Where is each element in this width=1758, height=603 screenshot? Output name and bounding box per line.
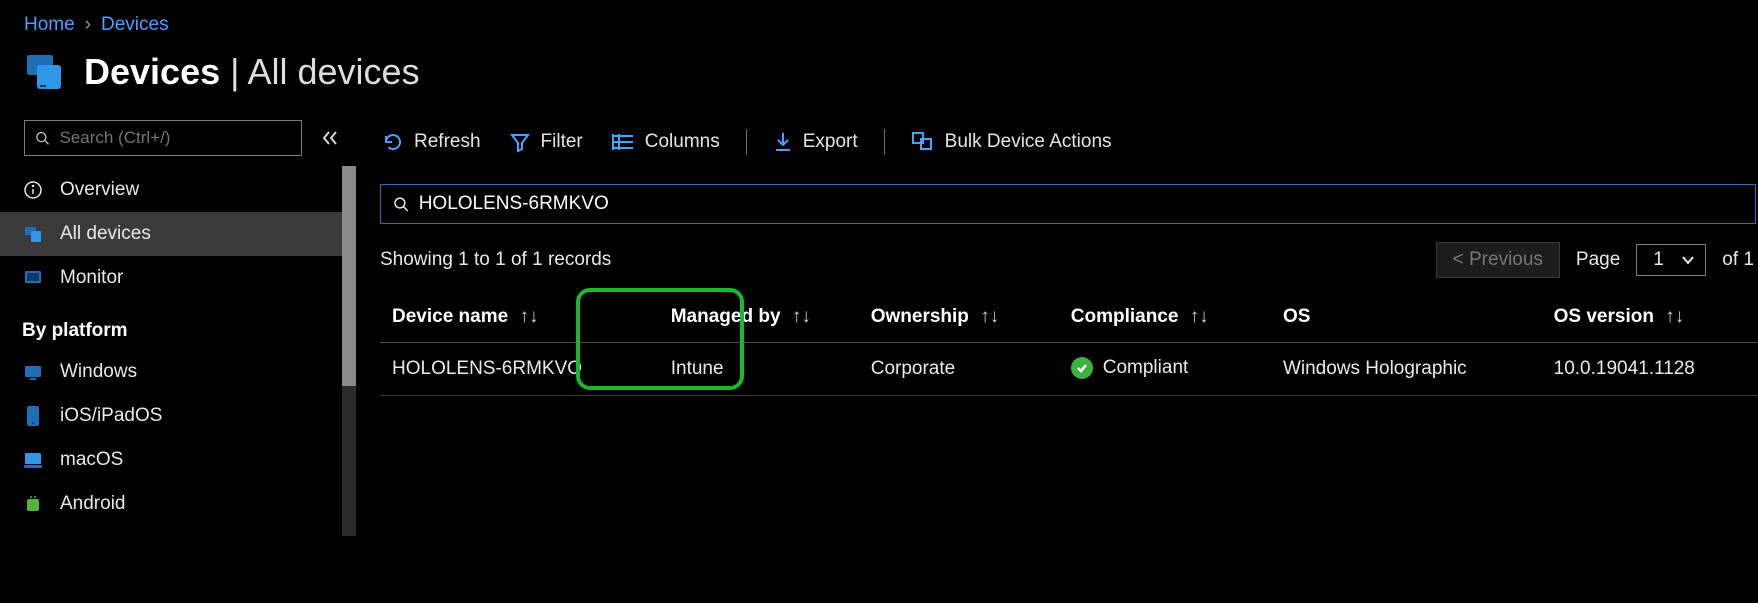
refresh-icon	[382, 131, 404, 153]
columns-button[interactable]: Columns	[609, 127, 722, 157]
sidebar-item-ios[interactable]: iOS/iPadOS	[0, 394, 350, 438]
sort-icon: ↑↓	[1190, 306, 1209, 327]
filter-icon	[509, 131, 531, 153]
col-managed-by-label: Managed by	[671, 306, 781, 327]
breadcrumb-home[interactable]: Home	[24, 14, 75, 36]
pager: < Previous Page 1 of 1	[1436, 242, 1754, 278]
sidebar-item-label: All devices	[60, 223, 151, 245]
ios-icon	[22, 405, 44, 427]
sort-icon: ↑↓	[792, 306, 811, 327]
sidebar-section-by-platform: By platform	[0, 300, 350, 350]
export-label: Export	[803, 131, 858, 153]
toolbar-separator	[884, 129, 885, 155]
col-os[interactable]: OS	[1271, 294, 1542, 343]
windows-icon	[22, 361, 44, 383]
sidebar-item-android[interactable]: Android	[0, 482, 350, 526]
sidebar: Overview All devices Monitor By platform	[0, 114, 350, 597]
col-os-version-label: OS version	[1554, 306, 1654, 327]
breadcrumb: Home › Devices	[0, 0, 1758, 46]
macos-icon	[22, 449, 44, 471]
cell-ownership: Corporate	[859, 343, 1059, 396]
toolbar: Refresh Filter Columns Export	[380, 120, 1758, 164]
sidebar-item-label: Monitor	[60, 267, 123, 289]
bulk-icon	[911, 131, 935, 153]
sidebar-item-label: Android	[60, 493, 126, 515]
page-of-text: of 1	[1722, 249, 1754, 271]
sidebar-search[interactable]	[24, 120, 302, 156]
export-button[interactable]: Export	[771, 127, 860, 157]
cell-managed-by: Intune	[659, 343, 859, 396]
content-area: Refresh Filter Columns Export	[350, 114, 1758, 597]
cell-os-version: 10.0.19041.1128	[1542, 343, 1758, 396]
bulk-label: Bulk Device Actions	[945, 131, 1112, 153]
sidebar-scrollbar[interactable]	[342, 166, 356, 536]
collapse-sidebar-button[interactable]	[316, 124, 344, 152]
bulk-actions-button[interactable]: Bulk Device Actions	[909, 127, 1114, 157]
records-count: Showing 1 to 1 of 1 records	[380, 249, 611, 271]
col-managed-by[interactable]: Managed by ↑↓	[659, 294, 859, 343]
compliance-text: Compliant	[1103, 357, 1189, 379]
sidebar-item-label: Overview	[60, 179, 139, 201]
search-icon	[35, 130, 49, 146]
sidebar-item-overview[interactable]: Overview	[0, 168, 350, 212]
info-icon	[22, 179, 44, 201]
page-title-sep: |	[230, 51, 247, 92]
sort-icon: ↑↓	[980, 306, 999, 327]
page-label: Page	[1576, 249, 1620, 271]
sort-icon: ↑↓	[1665, 306, 1684, 327]
chevron-double-left-icon	[321, 129, 339, 147]
devices-small-icon	[22, 223, 44, 245]
device-filter-field[interactable]	[419, 193, 1743, 215]
columns-label: Columns	[645, 131, 720, 153]
col-os-version[interactable]: OS version ↑↓	[1542, 294, 1758, 343]
col-device-name[interactable]: Device name ↑↓	[380, 294, 659, 343]
sidebar-item-label: Windows	[60, 361, 137, 383]
refresh-button[interactable]: Refresh	[380, 127, 483, 157]
sidebar-item-all-devices[interactable]: All devices	[0, 212, 350, 256]
col-ownership-label: Ownership	[871, 306, 969, 327]
sort-icon: ↑↓	[519, 306, 538, 327]
toolbar-separator	[746, 129, 747, 155]
cell-compliance: Compliant	[1059, 343, 1271, 396]
device-filter-input[interactable]	[380, 184, 1756, 224]
table-header-row: Device name ↑↓ Managed by ↑↓ Ownership ↑…	[380, 294, 1758, 343]
col-os-label: OS	[1283, 306, 1310, 327]
page-title-row: Devices | All devices	[0, 46, 1758, 114]
scrollbar-thumb[interactable]	[342, 166, 356, 386]
devices-icon	[22, 50, 66, 94]
col-compliance-label: Compliance	[1071, 306, 1179, 327]
sidebar-item-label: macOS	[60, 449, 123, 471]
columns-icon	[611, 132, 635, 152]
sidebar-search-input[interactable]	[59, 128, 291, 148]
page-title-bold: Devices	[84, 51, 220, 92]
sidebar-item-windows[interactable]: Windows	[0, 350, 350, 394]
filter-button[interactable]: Filter	[507, 127, 585, 157]
sidebar-item-label: iOS/iPadOS	[60, 405, 162, 427]
search-icon	[393, 196, 409, 212]
export-icon	[773, 131, 793, 153]
page-select[interactable]: 1	[1636, 244, 1706, 276]
previous-page-button[interactable]: < Previous	[1436, 242, 1560, 278]
col-ownership[interactable]: Ownership ↑↓	[859, 294, 1059, 343]
page-title-thin: All devices	[248, 51, 420, 92]
monitor-icon	[22, 267, 44, 289]
table-row[interactable]: HOLOLENS-6RMKVO Intune Corporate Compli	[380, 343, 1758, 396]
cell-device-name: HOLOLENS-6RMKVO	[380, 343, 659, 396]
col-compliance[interactable]: Compliance ↑↓	[1059, 294, 1271, 343]
page-value: 1	[1653, 249, 1664, 271]
cell-os: Windows Holographic	[1271, 343, 1542, 396]
breadcrumb-devices[interactable]: Devices	[101, 14, 169, 36]
sidebar-item-macos[interactable]: macOS	[0, 438, 350, 482]
chevron-right-icon: ›	[85, 14, 91, 36]
col-device-name-label: Device name	[392, 306, 508, 327]
sidebar-item-monitor[interactable]: Monitor	[0, 256, 350, 300]
refresh-label: Refresh	[414, 131, 481, 153]
filter-label: Filter	[541, 131, 583, 153]
check-circle-icon	[1071, 357, 1093, 379]
devices-table: Device name ↑↓ Managed by ↑↓ Ownership ↑…	[380, 294, 1758, 396]
page-title: Devices | All devices	[84, 51, 420, 93]
android-icon	[22, 493, 44, 515]
chevron-down-icon	[1681, 255, 1695, 265]
